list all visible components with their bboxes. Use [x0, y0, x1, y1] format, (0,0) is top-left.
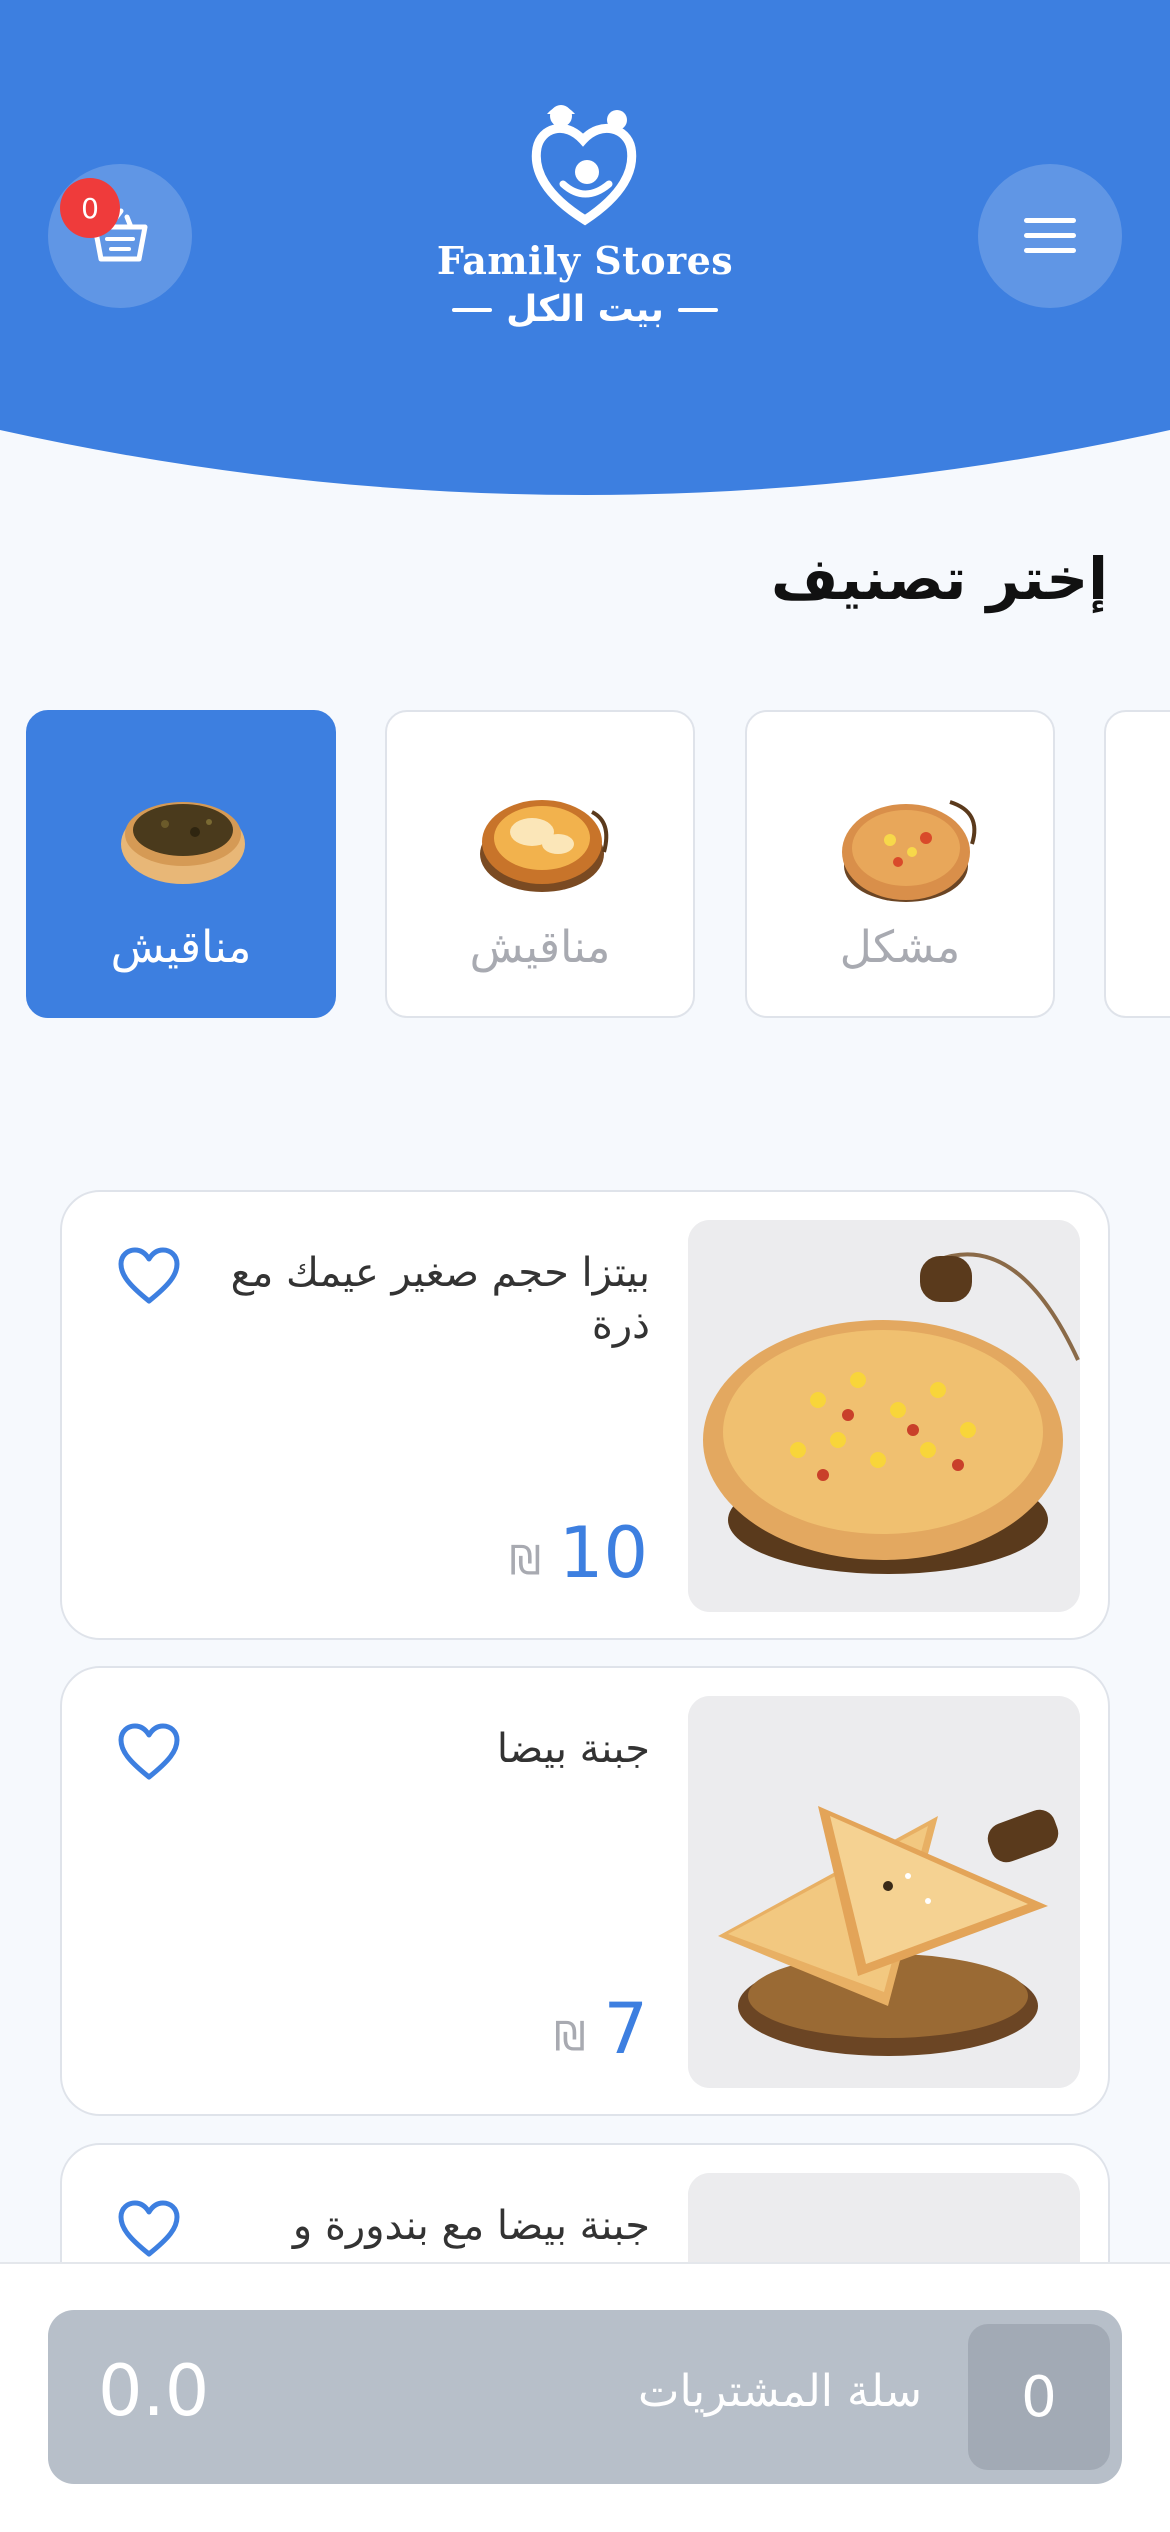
product-name: جبنة بيضا مع بندورة و	[292, 2203, 650, 2249]
currency-symbol: ₪	[509, 1538, 541, 1584]
brand-name-en: Family Stores	[436, 238, 734, 283]
category-label: مناقيش	[469, 922, 611, 973]
price-value: 7	[603, 1988, 648, 2070]
brand-name-ar: بيت الكل	[506, 289, 664, 330]
brand-logo: Family Stores بيت الكل	[420, 100, 750, 360]
product-price: ₪ 10	[510, 1512, 648, 1594]
favorite-heart-icon[interactable]	[117, 1247, 181, 1305]
product-card[interactable]: بيتزا حجم صغير عيمك مع ذرة ₪ 10	[60, 1190, 1110, 1640]
favorite-heart-icon[interactable]	[117, 1723, 181, 1781]
manakish-cheese-image	[480, 800, 609, 892]
cheese-fatayer-image	[688, 1696, 1080, 2088]
cart-count-badge: 0	[60, 178, 120, 238]
app-header: 0 Family Stores بيت الكل	[0, 0, 1170, 500]
category-carousel[interactable]: مناقيش مناقيش مشكل	[0, 710, 1170, 1020]
product-card[interactable]: جبنة بيضا ₪ 7	[60, 1666, 1110, 2116]
product-name: جبنة بيضا	[496, 1726, 650, 1772]
product-price: ₪ 7	[554, 1988, 648, 2070]
product-image	[688, 1220, 1080, 1612]
cart-label: سلة المشتريات	[638, 2366, 922, 2417]
category-label: مناقيش	[110, 922, 252, 973]
brand-name-ar-row: بيت الكل	[420, 289, 750, 330]
logo-dash	[452, 307, 493, 312]
currency-symbol: ₪	[554, 2014, 586, 2060]
family-heart-logo-icon	[531, 105, 637, 226]
category-card-manakish[interactable]: مناقيش	[385, 710, 695, 1018]
category-card-partial[interactable]	[1104, 710, 1170, 1018]
bottom-cart-bar: 0.0 سلة المشتريات 0	[0, 2262, 1170, 2532]
section-title: إختر تصنيف	[771, 545, 1108, 613]
price-value: 10	[558, 1512, 648, 1594]
product-name: بيتزا حجم صغير عيمك مع ذرة	[230, 1250, 650, 1348]
manakish-zaatar-image	[121, 802, 245, 884]
cart-total: 0.0	[98, 2350, 210, 2432]
category-card-mixed[interactable]: مشكل	[745, 710, 1055, 1018]
category-label: مشكل	[839, 922, 961, 973]
product-image	[688, 1696, 1080, 2088]
hamburger-menu-icon	[1024, 218, 1076, 253]
category-card-manakish-active[interactable]: مناقيش	[26, 710, 336, 1018]
logo-dash	[677, 307, 718, 312]
corn-pizza-image	[688, 1220, 1080, 1612]
cart-summary-button[interactable]: 0.0 سلة المشتريات 0	[48, 2310, 1122, 2484]
menu-button[interactable]	[978, 164, 1122, 308]
cart-item-count: 0	[968, 2324, 1110, 2470]
mixed-pizza-image	[842, 800, 977, 902]
favorite-heart-icon[interactable]	[117, 2200, 181, 2258]
